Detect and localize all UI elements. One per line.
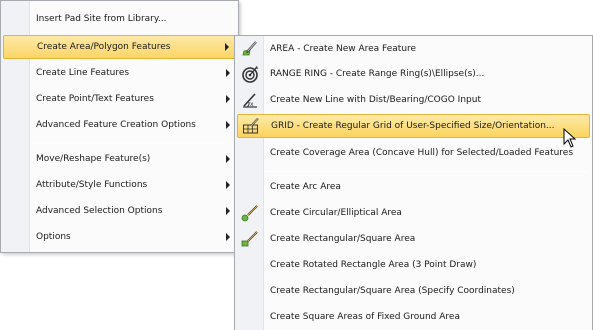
menu-separator <box>265 171 588 172</box>
submenu-arrow-icon <box>226 155 230 163</box>
menu-item-label: Create Line Features <box>36 68 130 78</box>
submenu-item-label: Create Rotated Rectangle Area (3 Point D… <box>270 260 477 270</box>
submenu-arrow-icon <box>226 207 230 215</box>
submenu-item-label: RANGE RING - Create Range Ring(s)\Ellips… <box>270 69 485 79</box>
submenu-item-cogo-line[interactable]: x Create New Line with Dist/Bearing/COGO… <box>237 88 590 112</box>
menu-item-label: Options <box>36 232 71 242</box>
menu-item-label: Move/Reshape Feature(s) <box>36 154 151 164</box>
submenu-item-label: AREA - Create New Area Feature <box>270 44 417 54</box>
menu-item-options[interactable]: Options <box>3 225 236 249</box>
grid-pencil-icon <box>242 117 260 135</box>
submenu-item-label: Create Rectangular/Square Area <box>270 234 416 244</box>
submenu-item-label: Create Circular/Elliptical Area <box>270 208 402 218</box>
menu-item-label: Advanced Selection Options <box>36 206 163 216</box>
svg-text:x: x <box>250 101 254 108</box>
submenu-item-rectangular-area[interactable]: Create Rectangular/Square Area <box>237 227 590 251</box>
submenu-item-square-fixed-area[interactable]: Create Square Areas of Fixed Ground Area <box>237 305 590 329</box>
menu-item-label: Insert Pad Site from Library... <box>36 14 167 24</box>
submenu-arrow-icon <box>226 69 230 77</box>
submenu-item-label: Create Rectangular/Square Area (Specify … <box>270 286 515 296</box>
cogo-line-icon: x <box>241 91 259 109</box>
submenu-item-rectangular-coords[interactable]: Create Rectangular/Square Area (Specify … <box>237 279 590 303</box>
mouse-cursor-icon <box>563 127 577 148</box>
submenu-area-polygon: AREA - Create New Area Feature RANGE RIN… <box>234 35 593 330</box>
submenu-arrow-icon <box>226 95 230 103</box>
menu-item-create-line[interactable]: Create Line Features <box>3 61 236 85</box>
menu-item-advanced-feature-creation[interactable]: Advanced Feature Creation Options <box>3 113 236 137</box>
submenu-arrow-icon <box>226 121 230 129</box>
menu-separator <box>31 142 234 143</box>
rectangle-pencil-icon <box>241 230 259 248</box>
menu-item-label: Advanced Feature Creation Options <box>36 120 196 130</box>
submenu-item-label: Create Arc Area <box>270 182 341 192</box>
menu-item-label: Create Point/Text Features <box>36 94 154 104</box>
menu-item-advanced-selection[interactable]: Advanced Selection Options <box>3 199 236 223</box>
submenu-item-label: Create New Line with Dist/Bearing/COGO I… <box>270 95 481 105</box>
menu-item-attribute-style[interactable]: Attribute/Style Functions <box>3 173 236 197</box>
submenu-item-range-ring[interactable]: RANGE RING - Create Range Ring(s)\Ellips… <box>237 62 590 86</box>
menu-item-insert-pad-site[interactable]: Insert Pad Site from Library... <box>3 7 236 31</box>
menu-item-label: Attribute/Style Functions <box>36 180 148 190</box>
submenu-item-label: Create Coverage Area (Concave Hull) for … <box>270 148 574 158</box>
area-pencil-icon <box>241 40 259 58</box>
menu-item-label: Create Area/Polygon Features <box>37 42 171 52</box>
menu-item-move-reshape[interactable]: Move/Reshape Feature(s) <box>3 147 236 171</box>
submenu-item-area-create[interactable]: AREA - Create New Area Feature <box>237 37 590 61</box>
circle-pencil-icon <box>241 204 259 222</box>
submenu-item-arc-area[interactable]: Create Arc Area <box>237 175 590 199</box>
menu-separator <box>31 32 234 33</box>
submenu-item-circular-area[interactable]: Create Circular/Elliptical Area <box>237 201 590 225</box>
submenu-item-grid[interactable]: GRID - Create Regular Grid of User-Speci… <box>237 114 590 138</box>
menu-item-create-area-polygon[interactable]: Create Area/Polygon Features <box>3 35 236 59</box>
submenu-item-coverage-area[interactable]: Create Coverage Area (Concave Hull) for … <box>237 141 590 165</box>
range-ring-target-icon <box>241 65 259 83</box>
context-menu: Insert Pad Site from Library... Create A… <box>0 0 239 253</box>
submenu-item-rotated-rectangle[interactable]: Create Rotated Rectangle Area (3 Point D… <box>237 253 590 277</box>
submenu-item-label: GRID - Create Regular Grid of User-Speci… <box>271 121 555 131</box>
submenu-item-label: Create Square Areas of Fixed Ground Area <box>270 312 460 322</box>
submenu-arrow-icon <box>226 233 230 241</box>
submenu-arrow-icon <box>225 43 229 51</box>
submenu-arrow-icon <box>226 181 230 189</box>
menu-item-create-point-text[interactable]: Create Point/Text Features <box>3 87 236 111</box>
